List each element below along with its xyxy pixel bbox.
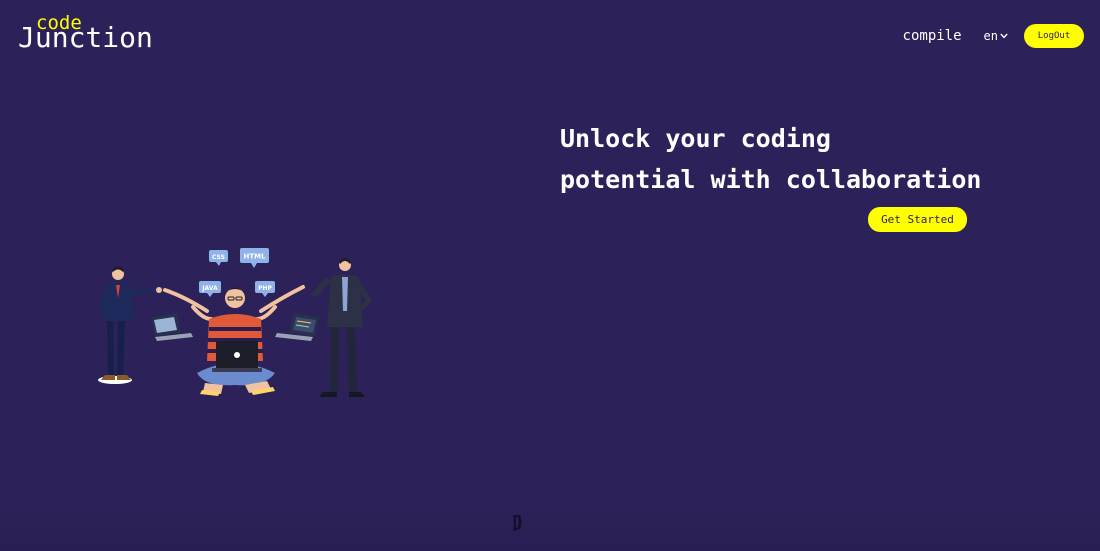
bottom-fade [0, 506, 1100, 551]
bottom-decoration-icon [513, 515, 522, 531]
header: code Junction compile en LogOut [0, 0, 1100, 70]
hero-title-line-1: Unlock your coding [560, 124, 831, 153]
center-coder-figure [151, 285, 319, 396]
get-started-button[interactable]: Get Started [868, 207, 967, 232]
speech-bubble-java: JAVA [199, 281, 221, 297]
speech-bubble-php: PHP [255, 281, 275, 297]
svg-text:CSS: CSS [212, 254, 225, 261]
language-dropdown[interactable]: en [984, 29, 1008, 43]
chevron-down-icon [1000, 33, 1008, 38]
svg-text:HTML: HTML [243, 253, 266, 261]
svg-text:JAVA: JAVA [201, 285, 218, 292]
compile-link[interactable]: compile [903, 28, 962, 44]
logo-junction-text: Junction [18, 21, 153, 54]
right-businessman-figure [311, 258, 372, 397]
left-businessman-figure [98, 266, 162, 384]
logout-button[interactable]: LogOut [1024, 23, 1084, 48]
page: code Junction compile en LogOut Unlock y… [0, 0, 1100, 551]
speech-bubble-html: HTML [240, 248, 269, 268]
svg-text:PHP: PHP [258, 285, 272, 292]
hero-title: Unlock your coding potential with collab… [560, 118, 1080, 200]
nav: compile en LogOut [903, 23, 1084, 48]
logo[interactable]: code Junction [18, 10, 178, 60]
language-label: en [983, 28, 998, 43]
developer-collaboration-illustration: CSS HTML JAVA PHP [98, 248, 372, 397]
hero-illustration: CSS HTML JAVA PHP [85, 245, 385, 405]
hero-title-line-2: potential with collaboration [560, 165, 982, 194]
speech-bubble-css: CSS [209, 250, 228, 266]
